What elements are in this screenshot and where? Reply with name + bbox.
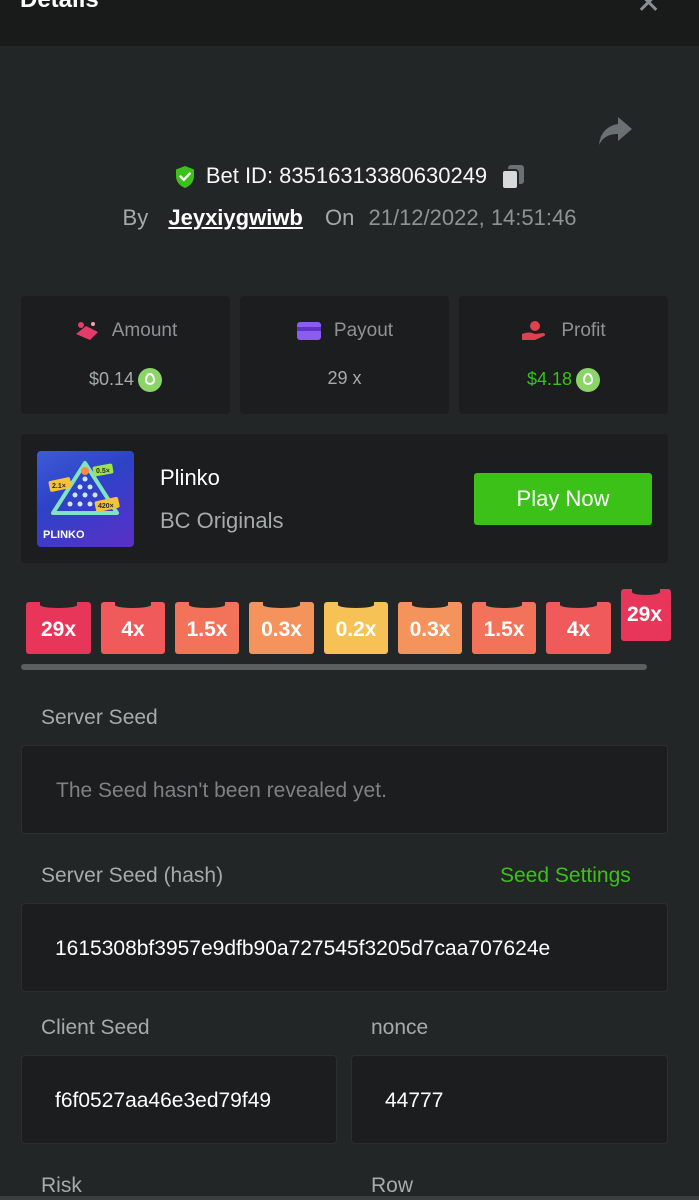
plinko-thumbnail[interactable]: 2.1× 0.5× 420× PLINKO bbox=[37, 451, 134, 547]
bet-id-row: Bet ID: 83516313380630249 bbox=[0, 163, 699, 191]
plinko-logo-text: PLINKO bbox=[43, 529, 85, 541]
svg-text:2.1×: 2.1× bbox=[52, 483, 66, 490]
svg-text:420×: 420× bbox=[98, 503, 114, 510]
amount-label: Amount bbox=[111, 320, 178, 342]
multiplier-slot: 29x bbox=[26, 602, 91, 654]
client-seed-field[interactable]: f6f0527aa46e3ed79f49 bbox=[21, 1055, 337, 1144]
verified-shield-icon bbox=[175, 166, 194, 189]
multiplier-slot-active: 29x bbox=[621, 589, 671, 641]
multiplier-slot: 1.5x bbox=[472, 602, 536, 654]
server-seed-hash-field[interactable]: 1615308bf3957e9dfb90a727545f3205d7caa707… bbox=[21, 903, 668, 992]
multiplier-slot: 4x bbox=[546, 602, 611, 654]
bottom-divider bbox=[0, 1196, 699, 1200]
close-icon[interactable]: ✕ bbox=[636, 0, 661, 21]
nonce-field[interactable]: 44777 bbox=[351, 1055, 668, 1144]
multiplier-slot: 1.5x bbox=[175, 602, 239, 654]
by-label: By bbox=[122, 205, 149, 230]
amount-card: Amount $0.14 bbox=[21, 296, 230, 414]
profit-card: Profit $4.18 bbox=[459, 296, 668, 414]
profit-label: Profit bbox=[561, 320, 606, 342]
profit-value: $4.18 bbox=[526, 368, 573, 389]
currency-coin-icon bbox=[138, 368, 163, 392]
currency-coin-icon bbox=[576, 368, 601, 392]
multiplier-slot: 0.3x bbox=[249, 602, 314, 654]
bet-date: 21/12/2022, 14:51:46 bbox=[368, 205, 577, 230]
bettor-row: By Jeyxiygwiwb On 21/12/2022, 14:51:46 bbox=[0, 205, 699, 231]
bet-id-text: Bet ID: 83516313380630249 bbox=[205, 163, 488, 188]
username-link[interactable]: Jeyxiygwiwb bbox=[168, 205, 303, 230]
game-card: 2.1× 0.5× 420× PLINKO Plinko BC Original… bbox=[21, 434, 668, 563]
modal-title: Details bbox=[20, 0, 99, 14]
plinko-logo-icon: 2.1× 0.5× 420× PLINKO bbox=[43, 461, 120, 541]
payout-card-icon bbox=[296, 322, 321, 340]
multiplier-scrollbar[interactable] bbox=[21, 664, 647, 670]
amount-value: $0.14 bbox=[88, 368, 135, 389]
game-provider: BC Originals bbox=[160, 508, 284, 533]
client-seed-label: Client Seed bbox=[41, 1016, 150, 1039]
server-seed-hash-label: Server Seed (hash) bbox=[41, 864, 224, 887]
payout-label: Payout bbox=[333, 320, 394, 342]
share-icon[interactable] bbox=[598, 115, 634, 147]
seed-settings-link[interactable]: Seed Settings bbox=[500, 864, 631, 888]
profit-hand-icon bbox=[522, 321, 546, 340]
modal-header: Details ✕ bbox=[0, 0, 699, 46]
multiplier-slot: 0.3x bbox=[398, 602, 462, 654]
copy-icon[interactable] bbox=[501, 164, 525, 191]
server-seed-label: Server Seed bbox=[41, 706, 158, 729]
server-seed-field: The Seed hasn't been revealed yet. bbox=[21, 745, 668, 834]
payout-value: 29 x bbox=[327, 368, 362, 388]
payout-card: Payout 29 x bbox=[240, 296, 449, 414]
risk-label: Risk bbox=[41, 1174, 82, 1197]
row-label: Row bbox=[371, 1174, 414, 1197]
game-name[interactable]: Plinko bbox=[160, 465, 220, 491]
multiplier-slot: 0.2x bbox=[324, 602, 388, 654]
nonce-label: nonce bbox=[371, 1016, 429, 1039]
play-now-button[interactable]: Play Now bbox=[474, 473, 652, 525]
on-label: On bbox=[325, 205, 355, 230]
svg-text:0.5×: 0.5× bbox=[96, 468, 110, 475]
amount-icon bbox=[75, 322, 98, 340]
multiplier-slot: 4x bbox=[101, 602, 165, 654]
